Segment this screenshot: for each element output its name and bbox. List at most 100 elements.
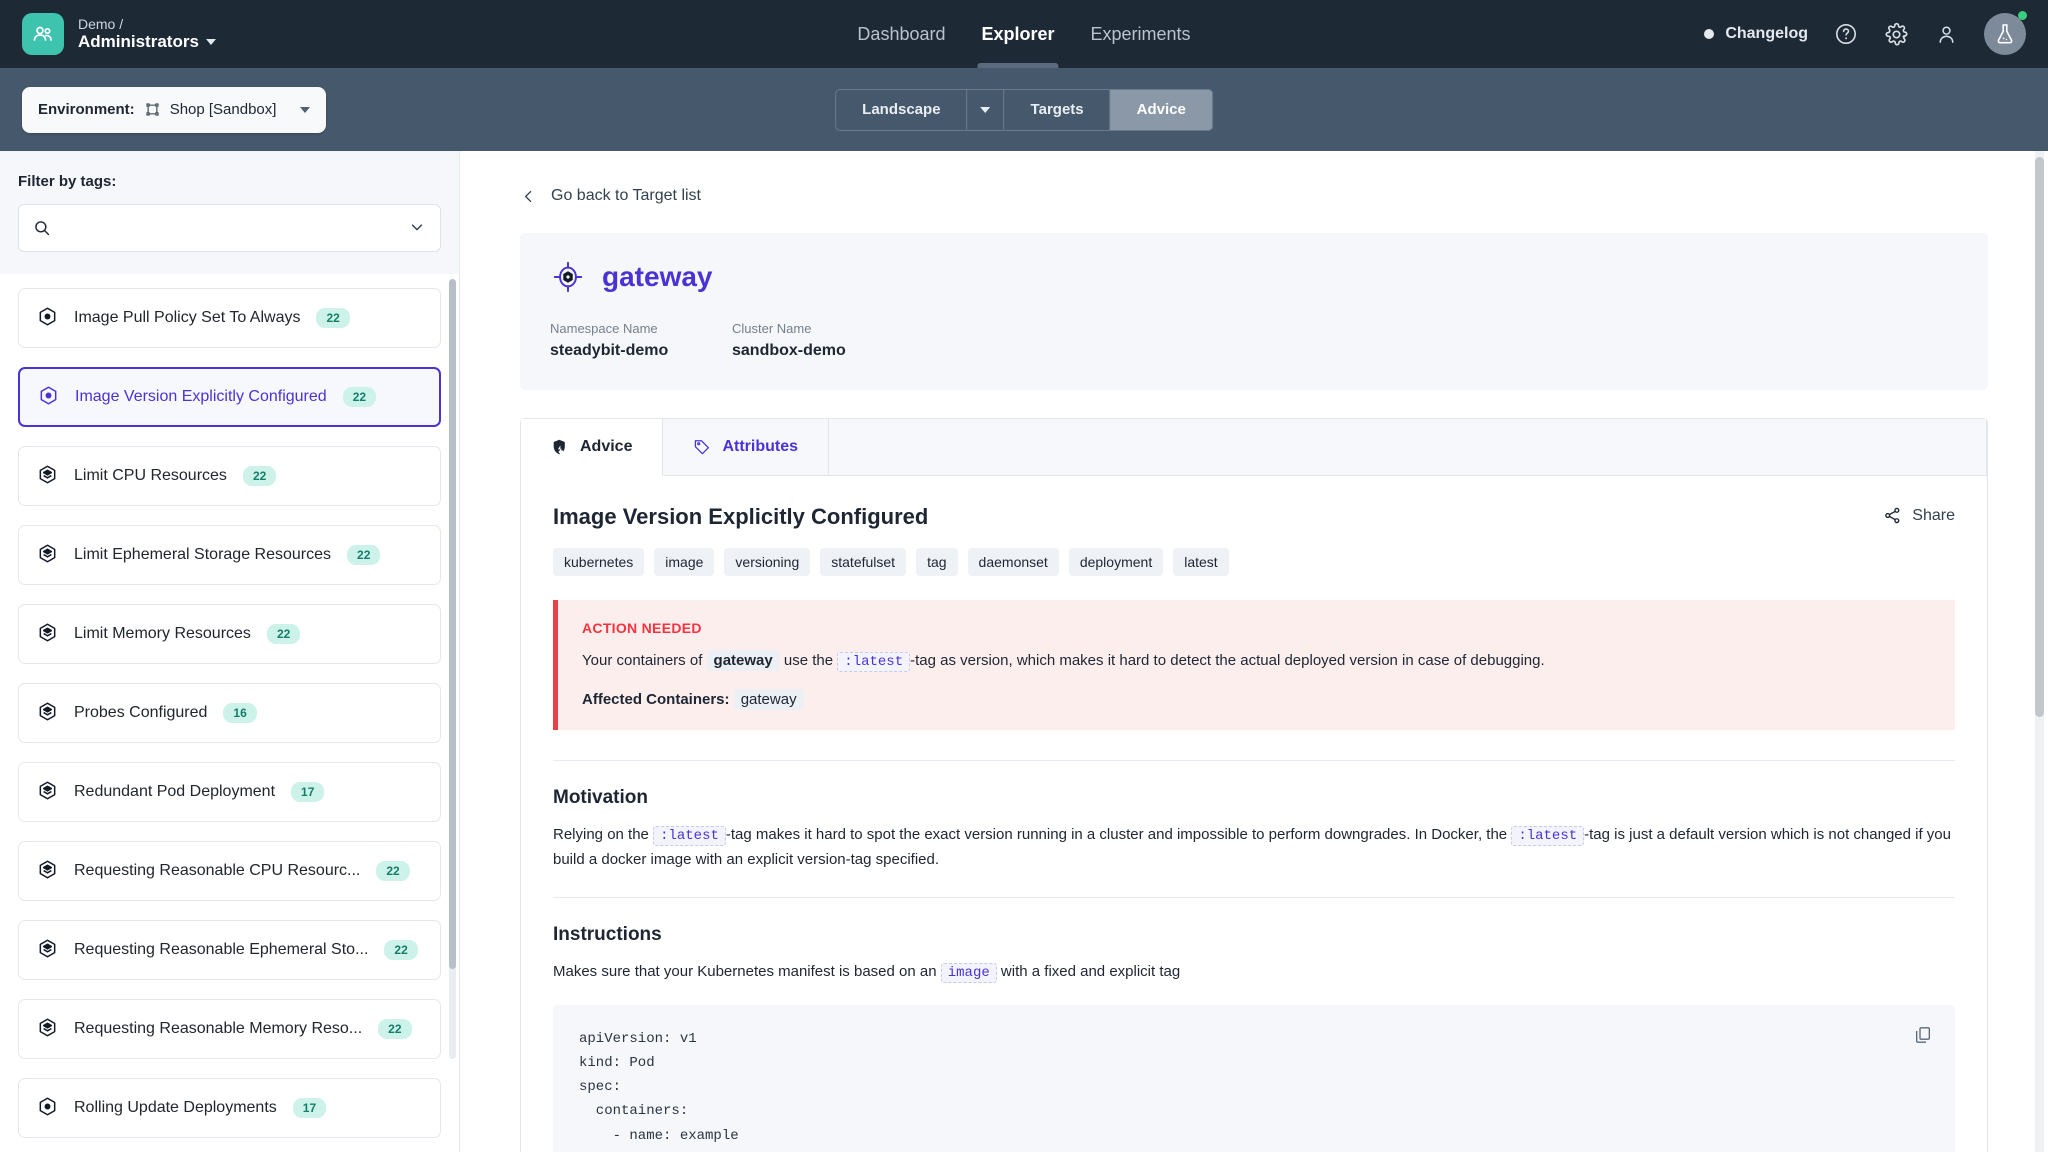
alert-code-chip: :latest xyxy=(837,652,910,672)
gear-icon[interactable] xyxy=(1884,22,1909,47)
code-sample: apiVersion: v1 kind: Pod spec: container… xyxy=(553,1005,1955,1152)
instructions-text-2: with a fixed and explicit tag xyxy=(1001,963,1180,980)
tag-chip[interactable]: statefulset xyxy=(820,548,906,576)
copy-icon[interactable] xyxy=(1913,1025,1933,1054)
advice-list-item[interactable]: Limit CPU Resources22 xyxy=(18,446,441,506)
share-button[interactable]: Share xyxy=(1883,506,1955,525)
avatar[interactable] xyxy=(1984,13,2026,55)
target-summary-card: gateway Namespace Name steadybit-demo Cl… xyxy=(520,233,1988,390)
advice-list-item[interactable]: Image Pull Policy Set To Always22 xyxy=(18,288,441,348)
advice-list-item[interactable]: Limit Memory Resources22 xyxy=(18,604,441,664)
nav-item-explorer[interactable]: Explorer xyxy=(977,0,1058,68)
advice-item-label: Image Pull Policy Set To Always xyxy=(74,309,300,327)
go-back-link[interactable]: Go back to Target list xyxy=(520,187,1988,205)
tag-chip[interactable]: kubernetes xyxy=(553,548,644,576)
segment-advice[interactable]: Advice xyxy=(1111,90,1212,130)
advice-list-item[interactable]: Redundant Pod Deployment17 xyxy=(18,762,441,822)
sidebar-scrollbar-thumb[interactable] xyxy=(449,279,456,969)
affected-label: Affected Containers: xyxy=(582,691,730,708)
motivation-section: Motivation Relying on the :latest-tag ma… xyxy=(553,760,1955,871)
changelog-dot-icon xyxy=(1704,29,1714,39)
meta-value: sandbox-demo xyxy=(732,342,914,360)
motivation-text-1: Relying on the xyxy=(553,826,649,843)
advice-list-item[interactable]: Requesting Reasonable CPU Resourc... 22 xyxy=(18,841,441,901)
meta-value: steadybit-demo xyxy=(550,342,732,360)
motivation-code-2: :latest xyxy=(1511,826,1584,846)
advice-list-item[interactable]: Requesting Reasonable Memory Reso... 22 xyxy=(18,999,441,1059)
panel-tabs: Advice Attributes xyxy=(521,419,1987,476)
app-logo-icon xyxy=(22,13,64,55)
segment-landscape-dropdown[interactable] xyxy=(968,90,1005,130)
tag-filter-box[interactable] xyxy=(18,204,441,252)
main-nav: Dashboard Explorer Experiments xyxy=(853,0,1194,68)
sidebar-scrollbar[interactable] xyxy=(449,279,456,1059)
instructions-text-1: Makes sure that your Kubernetes manifest… xyxy=(553,963,937,980)
tag-chip[interactable]: daemonset xyxy=(968,548,1059,576)
advice-item-label: Requesting Reasonable CPU Resourc... xyxy=(74,862,360,880)
advice-item-label: Limit Ephemeral Storage Resources xyxy=(74,546,331,564)
advice-item-label: Probes Configured xyxy=(74,704,207,722)
environment-value: Shop [Sandbox] xyxy=(170,101,277,118)
advice-sidebar: Filter by tags: Image Pull Policy Set To… xyxy=(0,151,460,1152)
advice-list: Image Pull Policy Set To Always22Image V… xyxy=(0,274,459,1152)
user-icon[interactable] xyxy=(1935,23,1958,46)
hexagon-layers-icon xyxy=(37,938,58,962)
advice-list-item[interactable]: Requesting Reasonable Ephemeral Sto...22 xyxy=(18,920,441,980)
advice-item-count: 17 xyxy=(293,1098,326,1118)
advice-item-label: Requesting Reasonable Ephemeral Sto... xyxy=(74,941,368,959)
advice-list-item[interactable]: Rolling Update Deployments17 xyxy=(18,1078,441,1138)
chevron-down-icon[interactable] xyxy=(408,218,426,239)
segment-landscape[interactable]: Landscape xyxy=(836,90,967,130)
page-scrollbar[interactable] xyxy=(2035,151,2044,1152)
chevron-left-icon xyxy=(520,188,537,205)
tag-chip[interactable]: deployment xyxy=(1069,548,1163,576)
advice-list-item[interactable]: Image Version Explicitly Configured22 xyxy=(18,367,441,427)
advice-body: Share Image Version Explicitly Configure… xyxy=(521,476,1987,1152)
tab-attributes[interactable]: Attributes xyxy=(663,419,829,475)
motivation-text: Relying on the :latest-tag makes it hard… xyxy=(553,823,1955,871)
environment-selector[interactable]: Environment: Shop [Sandbox] xyxy=(22,87,326,133)
environment-label: Environment: xyxy=(38,101,135,118)
hexagon-dot-icon xyxy=(37,306,58,330)
advice-list-item[interactable]: Limit Ephemeral Storage Resources22 xyxy=(18,525,441,585)
brand-org-switcher[interactable]: Demo / Administrators xyxy=(22,13,216,55)
tag-chip[interactable]: image xyxy=(654,548,714,576)
advice-item-count: 22 xyxy=(378,1019,411,1039)
hexagon-dot-icon xyxy=(37,1096,58,1120)
advice-item-count: 22 xyxy=(343,387,376,407)
action-needed-alert: ACTION NEEDED Your containers of gateway… xyxy=(553,600,1955,730)
advice-list-item[interactable]: Probes Configured16 xyxy=(18,683,441,743)
meta-item-namespace: Namespace Name steadybit-demo xyxy=(550,321,732,360)
tag-filter-input[interactable] xyxy=(61,220,398,237)
view-segmented-control: Landscape Targets Advice xyxy=(835,89,1213,131)
advice-item-count: 22 xyxy=(376,861,409,881)
page-scrollbar-thumb[interactable] xyxy=(2035,157,2044,717)
tag-chip[interactable]: tag xyxy=(916,548,957,576)
target-crosshair-icon xyxy=(550,259,586,295)
target-name: gateway xyxy=(602,261,713,293)
tag-chip[interactable]: latest xyxy=(1173,548,1228,576)
advice-panel: Advice Attributes Share xyxy=(520,418,1988,1152)
instructions-text: Makes sure that your Kubernetes manifest… xyxy=(553,960,1955,985)
hexagon-layers-icon xyxy=(37,701,58,725)
tag-chip[interactable]: versioning xyxy=(724,548,810,576)
go-back-label: Go back to Target list xyxy=(551,187,701,205)
target-meta: Namespace Name steadybit-demo Cluster Na… xyxy=(550,321,1958,360)
advice-item-count: 22 xyxy=(267,624,300,644)
shield-bolt-icon xyxy=(551,438,569,456)
alert-text-3: -tag as version, which makes it hard to … xyxy=(910,652,1545,669)
advice-item-label: Requesting Reasonable Memory Reso... xyxy=(74,1020,362,1038)
chevron-down-icon xyxy=(981,107,991,113)
tag-icon xyxy=(693,438,711,456)
affected-containers: Affected Containers: gateway xyxy=(582,691,1931,708)
nav-item-experiments[interactable]: Experiments xyxy=(1087,0,1195,68)
tag-list: kubernetesimageversioningstatefulsettagd… xyxy=(553,548,1955,576)
instructions-code-1: image xyxy=(941,963,997,983)
help-icon[interactable] xyxy=(1834,22,1858,46)
segment-targets[interactable]: Targets xyxy=(1005,90,1111,130)
tab-advice[interactable]: Advice xyxy=(521,419,663,476)
motivation-text-2: -tag makes it hard to spot the exact ver… xyxy=(726,826,1507,843)
nav-item-dashboard[interactable]: Dashboard xyxy=(853,0,949,68)
org-name-label[interactable]: Administrators xyxy=(78,32,216,52)
changelog-button[interactable]: Changelog xyxy=(1704,25,1808,43)
